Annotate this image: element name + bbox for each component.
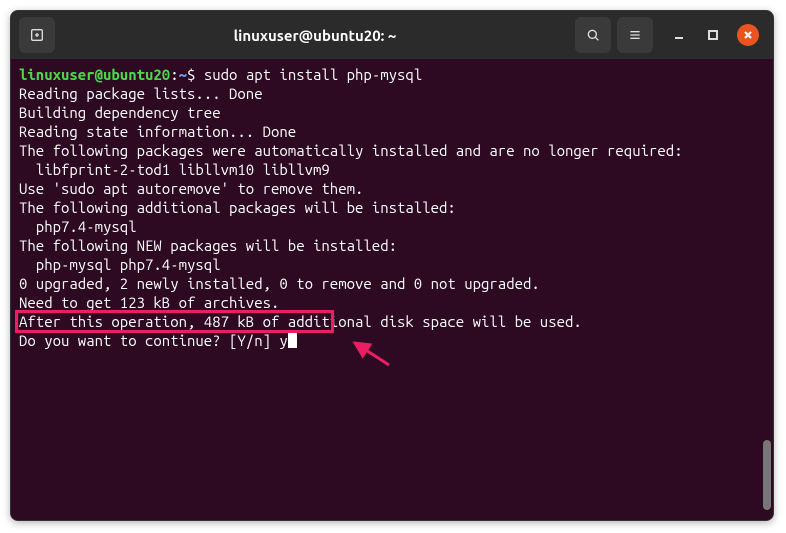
- output-line: Reading package lists... Done: [19, 84, 765, 103]
- prompt-colon: :: [170, 66, 178, 83]
- prompt-path: ~: [179, 66, 187, 83]
- output-line: Use 'sudo apt autoremove' to remove them…: [19, 179, 765, 198]
- terminal-window: linuxuser@ubuntu20: ~ linuxuser@ubuntu20…: [10, 10, 774, 521]
- minimize-button[interactable]: [669, 25, 689, 45]
- menu-button[interactable]: [617, 17, 653, 53]
- search-button[interactable]: [575, 17, 611, 53]
- continue-question: Do you want to continue? [Y/n]: [19, 332, 279, 349]
- output-line: The following packages were automaticall…: [19, 141, 765, 160]
- command-line: linuxuser@ubuntu20:~$ sudo apt install p…: [19, 65, 765, 84]
- command-text: sudo apt install php-mysql: [195, 66, 422, 83]
- output-line: php-mysql php7.4-mysql: [19, 255, 765, 274]
- maximize-button[interactable]: [703, 25, 723, 45]
- output-line: After this operation, 487 kB of addition…: [19, 312, 765, 331]
- terminal-body[interactable]: linuxuser@ubuntu20:~$ sudo apt install p…: [11, 59, 773, 520]
- output-line: libfprint-2-tod1 libllvm10 libllvm9: [19, 160, 765, 179]
- output-line: Building dependency tree: [19, 103, 765, 122]
- continue-answer: y: [279, 332, 287, 349]
- output-line: Need to get 123 kB of archives.: [19, 293, 765, 312]
- output-line: The following NEW packages will be insta…: [19, 236, 765, 255]
- continue-prompt: Do you want to continue? [Y/n] y: [19, 331, 765, 350]
- window-title: linuxuser@ubuntu20: ~: [61, 27, 569, 44]
- new-tab-button[interactable]: [19, 17, 55, 53]
- cursor: [288, 331, 297, 348]
- output-line: 0 upgraded, 2 newly installed, 0 to remo…: [19, 274, 765, 293]
- window-controls: [669, 24, 759, 46]
- output-line: The following additional packages will b…: [19, 198, 765, 217]
- prompt-user: linuxuser@ubuntu20: [19, 66, 170, 83]
- output-line: Reading state information... Done: [19, 122, 765, 141]
- output-line: php7.4-mysql: [19, 217, 765, 236]
- close-button[interactable]: [737, 24, 759, 46]
- titlebar: linuxuser@ubuntu20: ~: [11, 11, 773, 59]
- scrollbar-thumb[interactable]: [763, 440, 771, 510]
